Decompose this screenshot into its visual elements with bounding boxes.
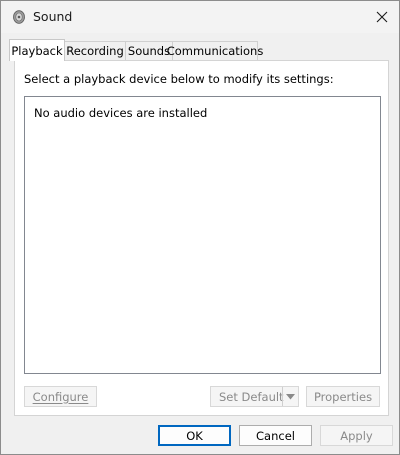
ok-button[interactable]: OK	[158, 425, 231, 446]
properties-button[interactable]: Properties	[306, 386, 380, 407]
tab-label: Playback	[11, 43, 63, 58]
configure-label: Configure	[32, 389, 89, 404]
set-default-label: Set Default	[219, 389, 284, 404]
cancel-button[interactable]: Cancel	[239, 425, 312, 446]
title-bar[interactable]: Sound	[1, 1, 399, 33]
sound-dialog: Sound Playback Recording Sounds Communic…	[0, 0, 400, 455]
set-default-button[interactable]: Set Default	[210, 386, 299, 407]
tab-label: Sounds	[127, 44, 171, 58]
speaker-icon	[13, 10, 25, 24]
playback-panel: Select a playback device below to modify…	[14, 60, 389, 416]
close-icon	[376, 11, 388, 23]
tab-recording[interactable]: Recording	[64, 41, 126, 60]
tab-communications[interactable]: Communications	[167, 41, 263, 60]
tab-label: Communications	[166, 44, 264, 58]
properties-label: Properties	[313, 389, 373, 404]
cancel-label: Cancel	[256, 428, 295, 443]
tab-playback[interactable]: Playback	[9, 39, 65, 61]
device-list[interactable]: No audio devices are installed	[24, 96, 381, 374]
no-devices-message: No audio devices are installed	[34, 106, 208, 120]
close-button[interactable]	[365, 1, 399, 33]
tab-label: Recording	[66, 44, 124, 58]
apply-label: Apply	[340, 428, 373, 443]
playback-instruction: Select a playback device below to modify…	[24, 72, 334, 86]
caret-down-icon	[286, 393, 295, 399]
configure-button[interactable]: Configure	[24, 386, 97, 407]
window-title: Sound	[33, 9, 73, 24]
apply-button[interactable]: Apply	[320, 425, 393, 446]
ok-label: OK	[186, 428, 203, 443]
set-default-dropdown[interactable]	[282, 387, 298, 406]
